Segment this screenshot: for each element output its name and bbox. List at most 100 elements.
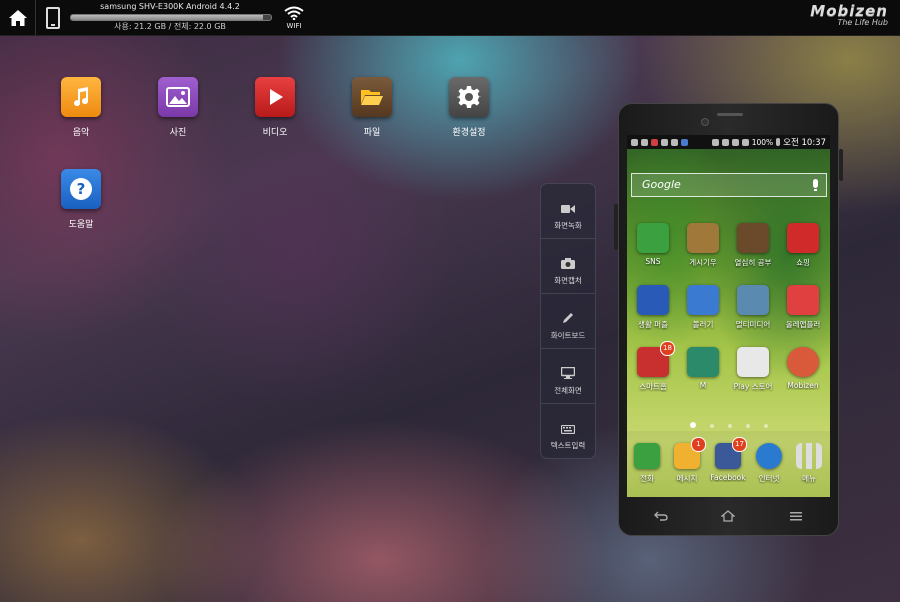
phone-app-6[interactable]: 볼러기 <box>679 285 727 330</box>
camera-icon <box>737 285 769 315</box>
desktop-app-files[interactable]: 파일 <box>337 77 407 138</box>
phone-app-3[interactable]: 열심히 공부 <box>729 223 777 268</box>
phone-power-button <box>839 149 843 181</box>
back-icon[interactable] <box>653 510 669 522</box>
phone-app-label: M <box>699 381 707 390</box>
wifi-icon <box>731 138 739 146</box>
phone-mirror: 100% 오전 10:37 Google SNS 게시기우 열심히 공부 쇼핑 … <box>614 103 843 536</box>
device-icon <box>46 7 60 29</box>
notification-icon <box>631 138 638 146</box>
pencil-icon <box>541 294 595 324</box>
phone-app-5[interactable]: 생활 퍼즐 <box>629 285 677 330</box>
play-store-icon <box>737 347 769 377</box>
storage-bar <box>70 14 272 21</box>
video-camera-icon <box>541 184 595 214</box>
puzzle-icon <box>637 285 669 315</box>
phone-icon <box>634 443 660 469</box>
music-note-icon <box>61 77 101 117</box>
brand-logo: Mobizen The Life Hub <box>810 2 888 27</box>
mute-icon <box>711 138 719 146</box>
notification-icon <box>651 138 658 146</box>
desktop-app-label: 환경설정 <box>452 128 486 138</box>
desktop-app-photo[interactable]: 사진 <box>143 77 213 138</box>
clock: 오전 10:37 <box>783 138 826 148</box>
phone-app-9[interactable]: 18 스마트홈 <box>629 341 677 392</box>
nfc-icon <box>681 138 688 146</box>
tool-label: 화면녹화 <box>554 221 582 230</box>
signal-icon <box>741 138 749 146</box>
phone-app-10[interactable]: M <box>679 347 727 390</box>
desktop-app-label: 음악 <box>72 128 90 138</box>
phone-app-label: 멀티미디어 <box>735 320 771 329</box>
phone-app-label: 열심히 공부 <box>734 258 772 267</box>
phone-speaker <box>717 113 743 116</box>
phone-app-shopping[interactable]: 쇼핑 <box>779 223 827 268</box>
folder-icon <box>687 223 719 253</box>
desktop-app-help[interactable]: ? 도움말 <box>46 169 116 230</box>
desktop-app-label: 사진 <box>169 128 187 138</box>
phone-app-label: 스마트홈 <box>639 382 667 391</box>
desktop-app-label: 비디오 <box>262 128 288 138</box>
wifi-status[interactable]: WIFI <box>282 5 306 30</box>
storage-bar-fill <box>71 15 263 20</box>
search-label: Google <box>642 178 681 191</box>
phone-app-mobizen[interactable]: Mobizen <box>779 347 827 390</box>
sns-icon <box>637 223 669 253</box>
olleh-icon <box>787 285 819 315</box>
tool-screen-record[interactable]: 화면녹화 <box>541 184 595 239</box>
tool-fullscreen[interactable]: 전체화면 <box>541 349 595 404</box>
phone-status-bar: 100% 오전 10:37 <box>627 135 830 149</box>
desktop-app-music[interactable]: 음악 <box>46 77 116 138</box>
tool-text-input[interactable]: 텍스트입력 <box>541 404 595 458</box>
home-button[interactable] <box>0 0 36 35</box>
page-indicator <box>627 413 830 432</box>
tool-label: 화면캡처 <box>554 276 582 285</box>
phone-app-play-store[interactable]: Play 스토어 <box>729 347 777 392</box>
phone-dock: 전화 1 메시지 17 Facebook 인터넷 메뉴 <box>627 431 830 497</box>
google-search-bar[interactable]: Google <box>631 173 827 197</box>
page-dot <box>709 424 714 428</box>
phone-app-label: 볼러기 <box>692 320 714 329</box>
facebook-icon: 17 <box>715 437 747 469</box>
phone-app-sns[interactable]: SNS <box>629 223 677 266</box>
desktop-app-settings[interactable]: 환경설정 <box>434 77 504 138</box>
phone-app-label: 메뉴 <box>802 474 816 483</box>
tool-whiteboard[interactable]: 화이트보드 <box>541 294 595 349</box>
tool-label: 텍스트입력 <box>550 441 586 450</box>
top-bar: samsung SHV-E300K Android 4.4.2 사용: 21.2… <box>0 0 900 36</box>
home-icon[interactable] <box>720 510 736 522</box>
help-icon: ? <box>61 169 101 209</box>
dock-menu[interactable]: 메뉴 <box>785 443 830 484</box>
mobizen-icon <box>787 347 819 377</box>
tool-screen-capture[interactable]: 화면캡처 <box>541 239 595 294</box>
phone-camera <box>701 118 709 126</box>
phone-volume-button <box>614 204 618 250</box>
message-icon <box>661 138 668 146</box>
tool-label: 전체화면 <box>554 386 582 395</box>
microphone-icon[interactable] <box>813 179 818 191</box>
notification-icon <box>671 138 678 146</box>
page-dot <box>745 424 750 428</box>
phone-app-label: 게시기우 <box>689 258 717 267</box>
notification-badge: 18 <box>660 341 675 356</box>
battery-percent: 100% <box>751 137 774 147</box>
phone-app-label: 쇼핑 <box>796 258 810 267</box>
tool-label: 화이트보드 <box>550 331 586 340</box>
usb-icon <box>641 138 648 146</box>
menu-icon[interactable] <box>788 510 804 522</box>
phone-screen[interactable]: 100% 오전 10:37 Google SNS 게시기우 열심히 공부 쇼핑 … <box>627 135 830 497</box>
phone-app-8[interactable]: 올레앱플러 <box>779 285 827 330</box>
phone-app-label: 올레앱플러 <box>785 320 821 329</box>
phone-app-label: Play 스토어 <box>733 382 773 391</box>
page-dot <box>689 422 696 428</box>
phone-app-2[interactable]: 게시기우 <box>679 223 727 268</box>
desktop-app-label: 파일 <box>363 128 381 138</box>
tool-panel: 화면녹화 화면캡처 화이트보드 전체화면 텍스트입력 <box>540 183 596 459</box>
battery-icon <box>776 138 781 146</box>
home-icon: 18 <box>637 341 675 377</box>
camera-icon <box>541 239 595 269</box>
desktop-app-video[interactable]: 비디오 <box>240 77 310 138</box>
phone-app-7[interactable]: 멀티미디어 <box>729 285 777 330</box>
wifi-label: WIFI <box>286 22 302 30</box>
photo-icon <box>158 77 198 117</box>
